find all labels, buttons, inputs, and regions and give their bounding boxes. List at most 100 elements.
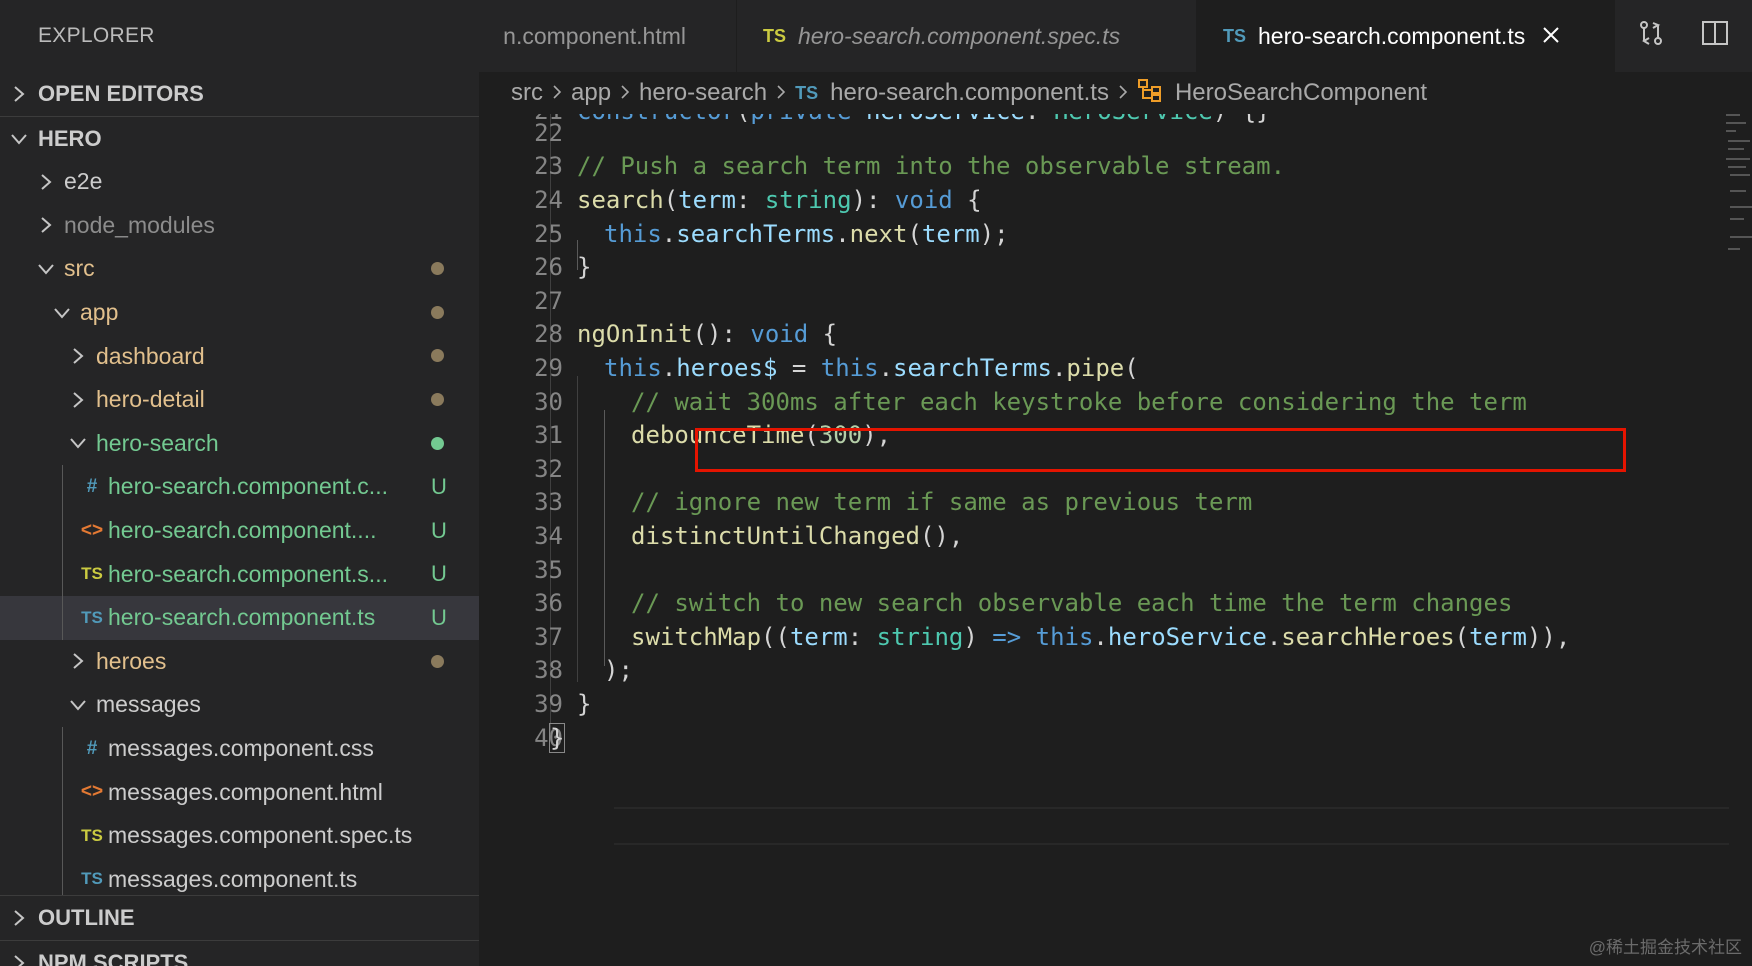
tree-item-label: src bbox=[64, 255, 95, 282]
code-line-23: 23 // Push a search term into the observ… bbox=[479, 148, 1285, 186]
code-text: this.searchTerms.next(term); bbox=[604, 219, 1009, 248]
untracked-badge: U bbox=[431, 473, 447, 499]
project-section-hero[interactable]: HERO bbox=[0, 116, 479, 160]
tree-file[interactable]: # hero-search.component.c... U bbox=[0, 465, 479, 509]
tree-folder[interactable]: dashboard bbox=[0, 334, 479, 378]
chevron-right-icon bbox=[0, 954, 38, 966]
tree-folder[interactable]: hero-search bbox=[0, 422, 479, 466]
tree-folder[interactable]: e2e bbox=[0, 160, 479, 204]
tree-folder[interactable]: messages bbox=[0, 683, 479, 727]
ts-file-icon: TS bbox=[1223, 25, 1247, 46]
tree-item-label: app bbox=[80, 299, 119, 326]
minimap-line bbox=[1728, 140, 1750, 142]
status-dot bbox=[431, 305, 444, 319]
minimap[interactable] bbox=[1724, 114, 1752, 284]
open-editors-section[interactable]: OPEN EDITORS bbox=[0, 72, 479, 116]
tab-spec-file[interactable]: TS hero-search.component.spec.ts bbox=[737, 0, 1197, 72]
code-text: this.heroes$ = this.searchTerms.pipe( bbox=[604, 353, 1139, 382]
tree-file[interactable]: TS messages.component.spec.ts bbox=[0, 813, 479, 858]
open-editors-label: OPEN EDITORS bbox=[38, 81, 204, 106]
ts-spec-icon: TS bbox=[763, 25, 787, 46]
tree-file[interactable]: <> messages.component.html bbox=[0, 770, 479, 814]
tree-folder[interactable]: node_modules bbox=[0, 204, 479, 248]
tree-item-label: node_modules bbox=[64, 211, 215, 238]
chevron-down-icon bbox=[66, 698, 90, 712]
indent-guide bbox=[62, 508, 63, 553]
tree-file[interactable]: TS hero-search.component.s... U bbox=[0, 552, 479, 596]
split-editor-icon[interactable] bbox=[1701, 19, 1729, 54]
close-icon[interactable] bbox=[1541, 21, 1561, 52]
tree-item-label: heroes bbox=[96, 647, 167, 674]
indent-guide bbox=[62, 465, 63, 509]
tree-folder[interactable]: hero-detail bbox=[0, 378, 479, 422]
ts-spec-icon: TS bbox=[81, 564, 103, 584]
editor-actions bbox=[1615, 0, 1729, 72]
minimap-line bbox=[1726, 158, 1750, 160]
tab-ts-file-active[interactable]: TS hero-search.component.ts bbox=[1197, 0, 1615, 72]
tree-file[interactable]: # messages.component.css bbox=[0, 726, 479, 771]
minimap-line bbox=[1730, 190, 1746, 192]
code-text: switchMap((term: string) => this.heroSer… bbox=[631, 622, 1571, 651]
tree-folder[interactable]: app bbox=[0, 291, 479, 335]
minimap-line bbox=[1726, 122, 1746, 124]
line-number: 31 bbox=[534, 421, 563, 450]
line-number: 39 bbox=[534, 689, 563, 718]
line-number: 26 bbox=[534, 253, 563, 282]
status-dot bbox=[431, 392, 444, 406]
untracked-badge: U bbox=[431, 517, 447, 543]
outline-label: OUTLINE bbox=[38, 905, 135, 930]
minimap-line bbox=[1730, 218, 1744, 220]
line-number: 35 bbox=[534, 555, 563, 584]
code-line-32: 32 bbox=[479, 450, 563, 488]
bottom-sections: OUTLINE NPM SCRIPTS bbox=[0, 895, 479, 966]
code-text: ngOnInit(): void { bbox=[577, 320, 838, 349]
outline-section[interactable]: OUTLINE bbox=[0, 896, 479, 940]
tree-file[interactable]: TS hero-search.component.ts U bbox=[0, 595, 479, 640]
chevron-down-icon bbox=[50, 306, 74, 320]
code-line-24: 24 search(term: string): void { bbox=[479, 181, 982, 219]
breadcrumb-item-symbol[interactable]: HeroSearchComponent bbox=[1175, 79, 1427, 107]
minimap-line bbox=[1728, 148, 1744, 150]
minimap-line bbox=[1726, 114, 1740, 116]
tree-folder[interactable]: heroes bbox=[0, 640, 479, 684]
tree-item-label: messages.component.html bbox=[108, 778, 383, 805]
tree-item-label: hero-search.component.... bbox=[108, 517, 377, 544]
breadcrumb-item-app[interactable]: app bbox=[571, 79, 611, 107]
code-line-26: 26 } bbox=[479, 248, 591, 286]
chevron-right-icon bbox=[66, 652, 90, 670]
ts-file-icon: TS bbox=[795, 82, 819, 103]
tree-item-label: hero-search.component.ts bbox=[108, 604, 376, 631]
code-text: // Push a search term into the observabl… bbox=[577, 152, 1286, 181]
code-text: } bbox=[577, 689, 592, 718]
chevron-right-icon bbox=[0, 85, 38, 103]
chevron-down-icon bbox=[0, 132, 38, 146]
chevron-right-icon bbox=[552, 79, 562, 107]
status-dot bbox=[431, 436, 444, 450]
chevron-right-icon bbox=[620, 79, 630, 107]
line-number: 32 bbox=[534, 454, 563, 483]
breadcrumb-item-file[interactable]: hero-search.component.ts bbox=[830, 79, 1109, 107]
npm-scripts-section[interactable]: NPM SCRIPTS bbox=[0, 940, 479, 966]
ts-file-icon: TS bbox=[81, 869, 103, 889]
current-line-highlight bbox=[614, 807, 1729, 845]
line-number: 28 bbox=[534, 320, 563, 349]
tree-folder[interactable]: src bbox=[0, 247, 479, 291]
hash-icon: # bbox=[86, 475, 98, 497]
minimap-line bbox=[1730, 206, 1752, 208]
compare-changes-icon[interactable] bbox=[1637, 19, 1665, 54]
code-line-33: 33 // ignore new term if same as previou… bbox=[479, 484, 1252, 522]
code-line-31: 31 debounceTime(300), bbox=[479, 416, 891, 454]
tree-file[interactable]: <> hero-search.component.... U bbox=[0, 508, 479, 553]
indent-guide bbox=[62, 595, 63, 640]
breadcrumb-item-hero-search[interactable]: hero-search bbox=[639, 79, 767, 107]
breadcrumb-item-src[interactable]: src bbox=[511, 79, 543, 107]
minimap-line bbox=[1726, 130, 1736, 132]
tab-html-file[interactable]: n.component.html bbox=[479, 0, 737, 72]
code-text: ); bbox=[604, 656, 633, 685]
chevron-right-icon bbox=[0, 909, 38, 927]
line-number: 38 bbox=[534, 656, 563, 685]
hash-icon: # bbox=[86, 737, 98, 759]
line-number: 34 bbox=[534, 521, 563, 550]
line-number: 27 bbox=[534, 286, 563, 315]
indent-guide bbox=[577, 376, 578, 682]
